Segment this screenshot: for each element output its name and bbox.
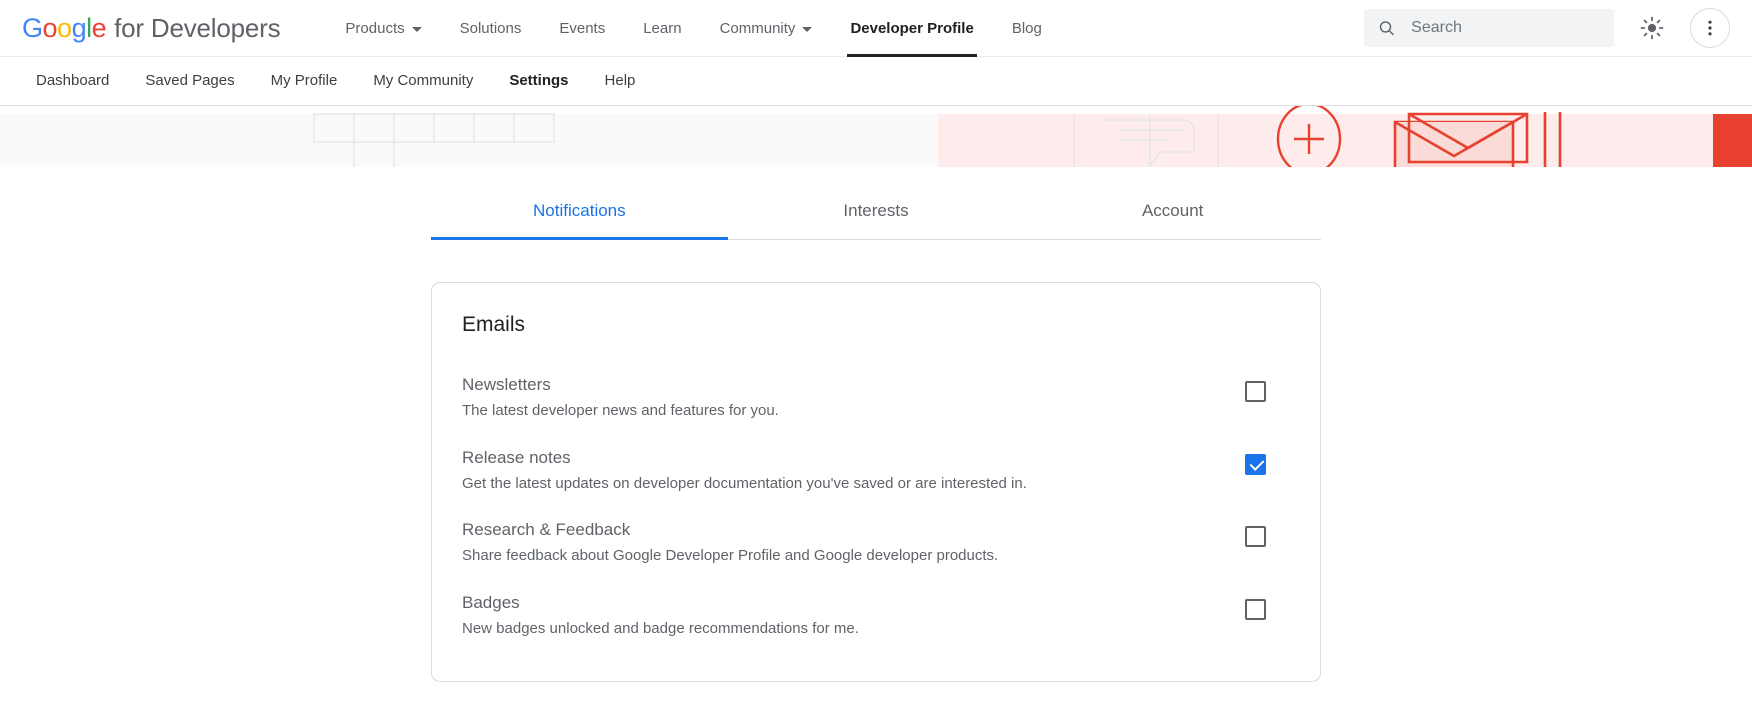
tab-notifications[interactable]: Notifications <box>431 186 728 239</box>
banner-illustration <box>0 106 1752 168</box>
preference-checkbox[interactable] <box>1245 526 1266 547</box>
nav-item-learn[interactable]: Learn <box>624 0 700 57</box>
google-letter-3: g <box>72 13 87 43</box>
tab-interests[interactable]: Interests <box>728 186 1025 239</box>
nav-item-label: Products <box>345 20 404 37</box>
nav-item-label: Events <box>559 20 605 37</box>
nav-item-community[interactable]: Community <box>701 0 832 57</box>
preference-description: Get the latest updates on developer docu… <box>462 474 1221 494</box>
nav-item-products[interactable]: Products <box>326 0 440 57</box>
preference-text: Research & Feedback Share feedback about … <box>462 519 1245 567</box>
preference-name: Newsletters <box>462 374 1221 395</box>
nav-item-label: Learn <box>643 20 681 37</box>
brand-suffix: for Developers <box>114 13 280 44</box>
preference-text: Badges New badges unlocked and badge reco… <box>462 592 1245 640</box>
secondary-nav: DashboardSaved PagesMy ProfileMy Communi… <box>0 57 1752 106</box>
preference-checkbox[interactable] <box>1245 381 1266 402</box>
subnav-item-my-community[interactable]: My Community <box>355 57 491 105</box>
top-header: Google for Developers Products Solutions E… <box>0 0 1752 57</box>
preference-row: Release notes Get the latest updates on d… <box>462 438 1290 511</box>
google-letter-1: o <box>43 13 58 43</box>
search-icon <box>1378 18 1395 38</box>
google-letter-5: e <box>92 13 107 43</box>
subnav-item-help[interactable]: Help <box>587 57 654 105</box>
header-actions <box>1364 8 1730 48</box>
subnav-item-settings[interactable]: Settings <box>491 57 586 105</box>
more-vert-icon <box>1700 18 1720 38</box>
preference-rows: Newsletters The latest developer news and… <box>462 365 1290 655</box>
subnav-item-dashboard[interactable]: Dashboard <box>18 57 127 105</box>
nav-item-label: Community <box>720 20 796 37</box>
theme-toggle-button[interactable] <box>1632 8 1672 48</box>
preference-row: Badges New badges unlocked and badge reco… <box>462 583 1290 656</box>
settings-tabs: NotificationsInterestsAccount <box>431 186 1321 240</box>
google-letter-2: o <box>57 13 72 43</box>
preference-name: Badges <box>462 592 1221 613</box>
nav-item-label: Developer Profile <box>850 20 973 37</box>
primary-nav: Products Solutions Events Learn Community Dev… <box>326 0 1060 57</box>
nav-item-blog[interactable]: Blog <box>993 0 1061 57</box>
preference-name: Release notes <box>462 447 1221 468</box>
overflow-menu-button[interactable] <box>1690 8 1730 48</box>
nav-item-events[interactable]: Events <box>540 0 624 57</box>
nav-item-developer-profile[interactable]: Developer Profile <box>831 0 992 57</box>
chevron-down-icon <box>412 27 422 32</box>
chevron-down-icon <box>802 27 812 32</box>
preference-row: Research & Feedback Share feedback about … <box>462 510 1290 583</box>
search-input[interactable] <box>1409 18 1600 38</box>
preference-description: Share feedback about Google Developer Pr… <box>462 546 1221 566</box>
preference-description: New badges unlocked and badge recommenda… <box>462 619 1221 639</box>
subnav-item-saved-pages[interactable]: Saved Pages <box>127 57 252 105</box>
page-content: NotificationsInterestsAccount Emails New… <box>0 168 1752 721</box>
preference-text: Release notes Get the latest updates on d… <box>462 447 1245 495</box>
google-wordmark: Google <box>22 13 106 44</box>
profile-banner <box>0 106 1752 168</box>
settings-container: NotificationsInterestsAccount Emails New… <box>431 168 1321 682</box>
nav-item-solutions[interactable]: Solutions <box>441 0 541 57</box>
card-title: Emails <box>462 313 1290 337</box>
preference-checkbox[interactable] <box>1245 599 1266 620</box>
nav-item-label: Solutions <box>460 20 522 37</box>
preference-row: Newsletters The latest developer news and… <box>462 365 1290 438</box>
tab-account[interactable]: Account <box>1024 186 1321 239</box>
brand-logo[interactable]: Google for Developers <box>22 13 280 44</box>
emails-preferences-card: Emails Newsletters The latest developer n… <box>431 282 1321 682</box>
google-letter-0: G <box>22 13 43 43</box>
subnav-item-my-profile[interactable]: My Profile <box>253 57 356 105</box>
brightness-sun-icon <box>1640 16 1664 40</box>
preference-description: The latest developer news and features f… <box>462 401 1221 421</box>
nav-item-label: Blog <box>1012 20 1042 37</box>
preference-name: Research & Feedback <box>462 519 1221 540</box>
preference-checkbox[interactable] <box>1245 454 1266 475</box>
preference-text: Newsletters The latest developer news and… <box>462 374 1245 422</box>
search-box[interactable] <box>1364 9 1614 47</box>
